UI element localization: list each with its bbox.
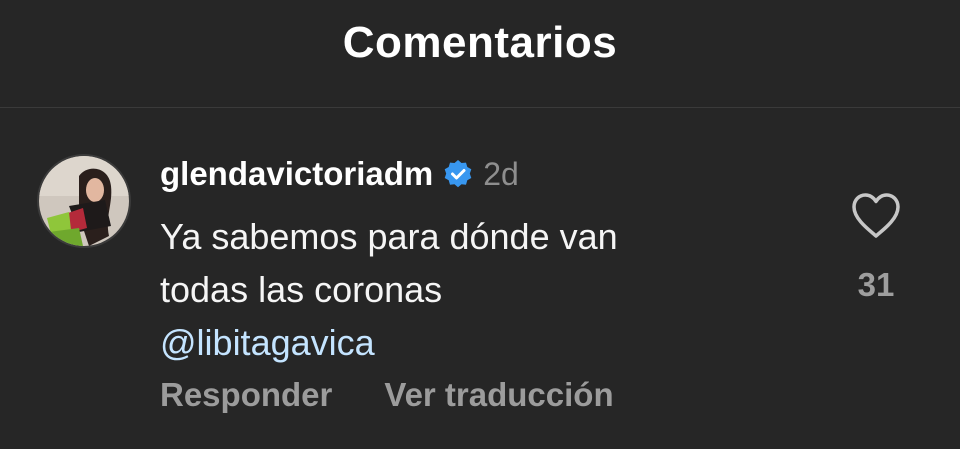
comment-item: glendavictoriadm 2d Ya sabemos para dónd… [0,108,960,449]
comment-text-line: Ya sabemos para dónde van [160,216,618,257]
verified-badge-icon [443,159,473,189]
comment-text-line: todas las coronas [160,269,443,310]
comment-meta: glendavictoriadm 2d [160,152,519,196]
comment-timestamp: 2d [483,155,519,192]
page-title: Comentarios [342,17,618,67]
like-count: 31 [857,266,895,303]
mention-link[interactable]: @libitagavica [160,316,800,369]
comment-body: Ya sabemos para dónde van todas las coro… [160,210,800,369]
username-link[interactable]: glendavictoriadm [160,155,433,193]
see-translation-button[interactable]: Ver traducción [384,376,613,414]
comment-actions: Responder Ver traducción [160,376,614,414]
avatar[interactable] [37,154,131,248]
heart-outline-icon[interactable] [850,192,902,240]
avatar-image [39,156,129,246]
reply-button[interactable]: Responder [160,376,332,414]
comments-header: Comentarios [0,0,960,108]
